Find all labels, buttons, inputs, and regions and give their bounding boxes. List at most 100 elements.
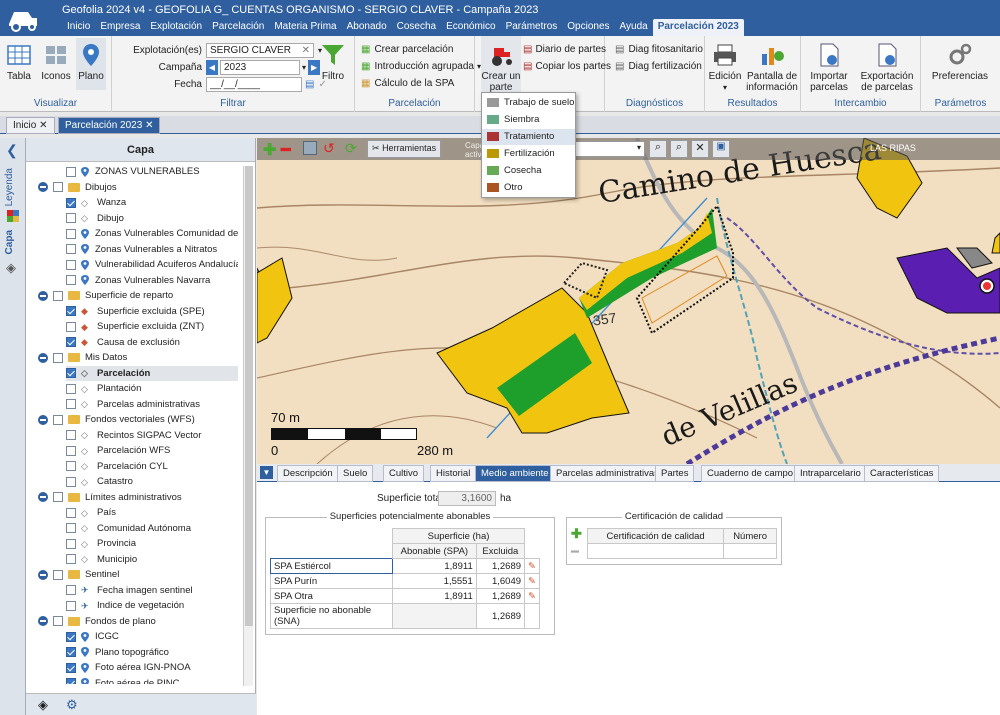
layer-item[interactable]: ◇ Parcelación CYL (66, 459, 168, 474)
layer-checkbox[interactable] (66, 383, 76, 394)
menu-parcelacion[interactable]: Parcelación (207, 19, 269, 36)
layer-checkbox[interactable] (66, 275, 76, 285)
edit-pencil-icon[interactable]: ✎ (524, 558, 540, 574)
layer-scrollbar[interactable] (243, 166, 253, 686)
layer-checkbox[interactable] (53, 352, 63, 363)
layer-checkbox[interactable] (66, 461, 76, 471)
layer-item[interactable]: ◇ País (66, 505, 116, 520)
layer-item[interactable]: Límites administrativos (38, 490, 182, 505)
tab-capa[interactable]: Capa (4, 230, 15, 254)
tab-descripcion[interactable]: Descripción (277, 465, 339, 482)
clear-icon[interactable]: ✕ (302, 45, 310, 56)
layer-item[interactable]: Dibujos (38, 180, 117, 195)
layer-item[interactable]: ◇ Catastro (66, 474, 133, 489)
layer-item[interactable]: Mis Datos (38, 350, 127, 365)
remove-icon[interactable]: ━ (281, 140, 291, 160)
edit-pencil-icon[interactable]: ✎ (524, 588, 540, 604)
layer-item[interactable]: Plano topográfico (66, 645, 169, 660)
close-icon[interactable]: ✕ (145, 120, 153, 131)
tab-cuaderno-campo[interactable]: Cuaderno de campo (701, 465, 800, 482)
layer-checkbox[interactable] (66, 631, 76, 642)
zoom-icon[interactable]: ⌕ (649, 140, 667, 158)
layer-checkbox[interactable] (66, 523, 76, 533)
layer-item[interactable]: ◇ Municipio (66, 552, 137, 567)
menu-opciones[interactable]: Opciones (562, 19, 614, 36)
search-icon[interactable]: ⌕ (670, 140, 688, 158)
tab-cultivo[interactable]: Cultivo (383, 465, 425, 482)
collapse-node-icon[interactable] (38, 290, 48, 301)
calculo-spa-button[interactable]: ▦ Cálculo de la SPA (361, 78, 454, 89)
layer-checkbox[interactable] (66, 647, 76, 657)
layer-item[interactable]: Foto aérea de PINC (66, 676, 180, 684)
layer-item[interactable]: Zonas Vulnerables a Nitratos (66, 242, 217, 257)
refresh-icon[interactable]: ⟳ (345, 140, 357, 157)
menu-item-otro[interactable]: Otro (482, 180, 575, 196)
layer-checkbox[interactable] (66, 445, 76, 456)
layer-checkbox[interactable] (66, 585, 76, 595)
layer-item[interactable]: ◇ Parcelación (66, 365, 238, 381)
layer-item[interactable]: ◇ Parcelas administrativas (66, 397, 200, 412)
layer-item[interactable]: ◆ Causa de exclusión (66, 335, 180, 350)
layer-item[interactable]: ◇ Parcelación WFS (66, 443, 170, 458)
layer-item[interactable]: ◇ Plantación (66, 381, 141, 396)
diag-fertilizacion-button[interactable]: ▤ Diag fertilización (615, 61, 702, 72)
menu-explotacion[interactable]: Explotación (145, 19, 207, 36)
tab-leyenda[interactable]: Leyenda (4, 168, 15, 206)
layer-checkbox[interactable] (66, 228, 76, 239)
layer-item[interactable]: ✈ Fecha imagen sentinel (66, 583, 193, 598)
layer-item[interactable]: ◇ Comunidad Autónoma (66, 521, 191, 536)
menu-empresa[interactable]: Empresa (95, 19, 145, 36)
add-cert-icon[interactable]: ✚ (571, 526, 582, 542)
menu-item-fertilizacion[interactable]: Fertilización (482, 146, 575, 162)
layer-checkbox[interactable] (66, 337, 76, 347)
layer-checkbox[interactable] (53, 492, 63, 502)
menu-item-trabajo-suelo[interactable]: Trabajo de suelo (482, 95, 575, 111)
pantalla-info-button[interactable]: Pantalla de información (745, 42, 799, 93)
layer-item[interactable]: ICGC (66, 629, 119, 644)
layer-checkbox[interactable] (66, 600, 76, 611)
table-row[interactable]: SPA Otra 1,8911 1,2689 ✎ (270, 588, 540, 604)
settings-gear-icon[interactable]: ⚙ (66, 697, 78, 713)
menu-item-siembra[interactable]: Siembra (482, 112, 575, 128)
layer-item[interactable]: Foto aérea IGN-PNOA (66, 660, 191, 675)
edit-pencil-icon[interactable]: ✎ (524, 573, 540, 589)
collapse-panel-icon[interactable]: ▼ (260, 466, 273, 479)
campana-field[interactable]: 2023 (220, 60, 300, 75)
iconos-button[interactable]: Iconos (40, 42, 72, 82)
layer-checkbox[interactable] (66, 554, 76, 564)
crear-parte-button[interactable]: Crear un parte (481, 36, 521, 94)
menu-cosecha[interactable]: Cosecha (392, 19, 441, 36)
layer-checkbox[interactable] (66, 213, 76, 223)
calendar-icon[interactable]: ▤ (305, 79, 314, 90)
layer-checkbox[interactable] (66, 399, 76, 409)
layer-checkbox[interactable] (66, 197, 76, 208)
layer-checkbox[interactable] (66, 321, 76, 332)
layer-item[interactable]: Sentinel (38, 567, 119, 582)
layer-checkbox[interactable] (66, 476, 76, 487)
undo-icon[interactable]: ↺ (323, 140, 335, 157)
layer-checkbox[interactable] (66, 368, 76, 378)
collapse-node-icon[interactable] (38, 492, 48, 502)
menu-parcelacion-2023[interactable]: Parcelación 2023 (652, 19, 744, 36)
layer-item[interactable]: Superficie de reparto (38, 288, 173, 303)
layer-checkbox[interactable] (66, 430, 76, 440)
herramientas-button[interactable]: ✂ Herramientas (367, 140, 442, 158)
tabla-button[interactable]: Tabla (4, 42, 34, 82)
importar-parcelas-button[interactable]: Importar parcelas (803, 42, 855, 93)
layer-item[interactable]: ◇ Dibujo (66, 211, 124, 226)
diario-partes-button[interactable]: ▤ Diario de partes (523, 44, 606, 55)
layer-item[interactable]: Fondos vectoriales (WFS) (38, 412, 195, 427)
table-row[interactable]: SPA Estiércol 1,8911 1,2689 ✎ (270, 558, 540, 574)
explotacion-field[interactable]: SERGIO CLAVER ✕ (206, 43, 314, 58)
tab-inicio[interactable]: Inicio ✕ (6, 117, 55, 134)
tab-intraparcelario[interactable]: Intraparcelario (794, 465, 867, 482)
layer-checkbox[interactable] (66, 259, 76, 270)
campana-dropdown-icon[interactable]: ▾ (302, 63, 306, 72)
layer-checkbox[interactable] (66, 166, 76, 177)
layer-item[interactable]: Zonas Vulnerables Navarra (66, 273, 210, 288)
preferencias-button[interactable]: Preferencias (927, 42, 993, 82)
layer-checkbox[interactable] (53, 414, 63, 425)
diag-fitosanitario-button[interactable]: ▤ Diag fitosanitario (615, 44, 703, 55)
tab-partes[interactable]: Partes (655, 465, 695, 482)
map-view[interactable]: Camino de Huesca de Velillas 357 ✚ ━ ↺ ⟳… (257, 138, 1000, 464)
